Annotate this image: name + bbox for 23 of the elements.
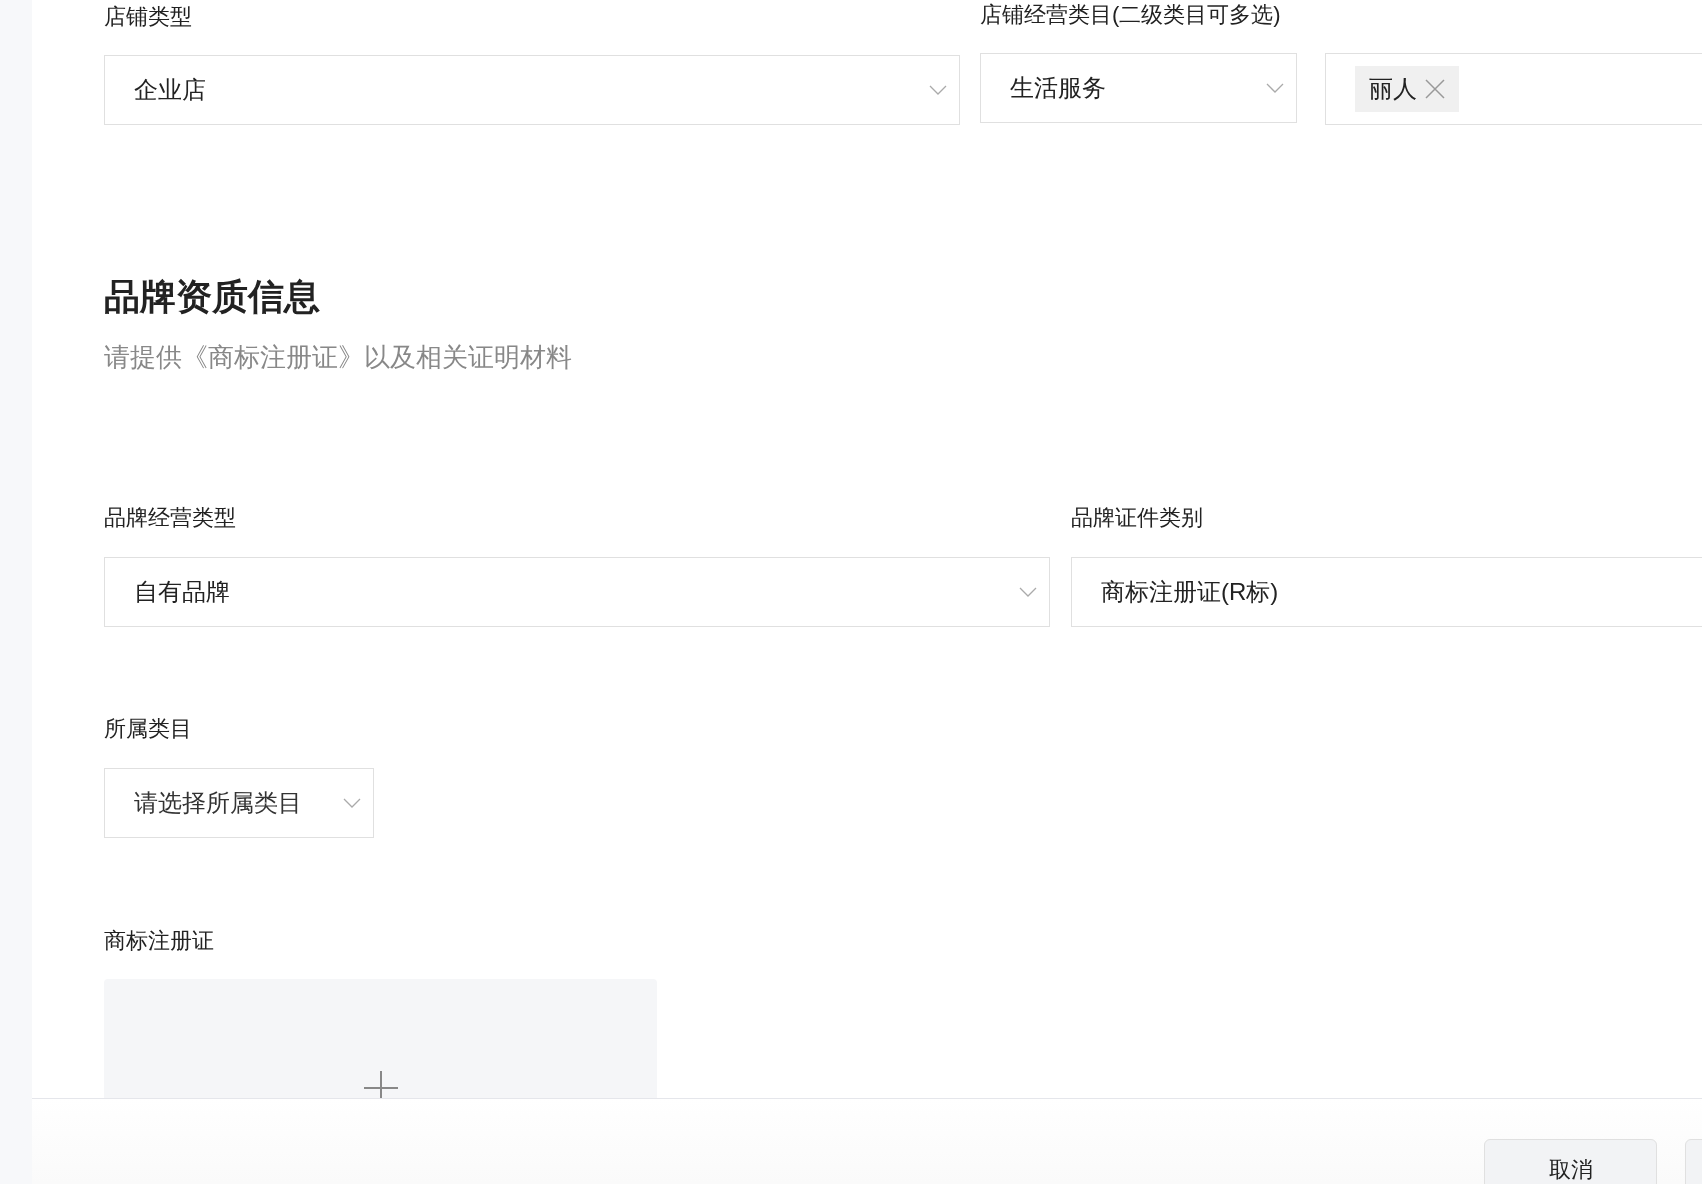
field-label: 品牌证件类别 [1071, 504, 1204, 532]
section-title: 品牌资质信息 [104, 275, 321, 319]
chevron-down-icon [1019, 587, 1037, 597]
field-label: 店铺经营类目(二级类目可多选) [980, 1, 1282, 29]
select-field[interactable]: 商标注册证(R标) [1071, 557, 1702, 627]
close-icon[interactable] [1425, 79, 1445, 99]
chevron-down-icon [343, 798, 361, 808]
field-label: 所属类目 [104, 715, 193, 743]
chevron-down-icon [929, 85, 947, 95]
upload-area[interactable] [104, 979, 657, 1098]
tag-label: 丽人 [1369, 74, 1417, 104]
section-subtitle: 请提供《商标注册证》以及相关证明材料 [104, 341, 573, 373]
select-field[interactable]: 企业店 [104, 55, 960, 125]
field-label: 品牌经营类型 [104, 504, 237, 532]
tag-select-field[interactable]: 丽人 [1325, 53, 1702, 125]
select-field[interactable]: 请选择所属类目 [104, 768, 374, 838]
field-label: 商标注册证 [104, 927, 215, 955]
plus-icon [363, 1071, 398, 1098]
select-field[interactable]: 生活服务 [980, 53, 1297, 123]
select-field[interactable]: 自有品牌 [104, 557, 1050, 627]
field-label: 店铺类型 [104, 3, 193, 31]
cancel-button[interactable]: 取消 [1484, 1139, 1657, 1184]
chevron-down-icon [1266, 83, 1284, 93]
